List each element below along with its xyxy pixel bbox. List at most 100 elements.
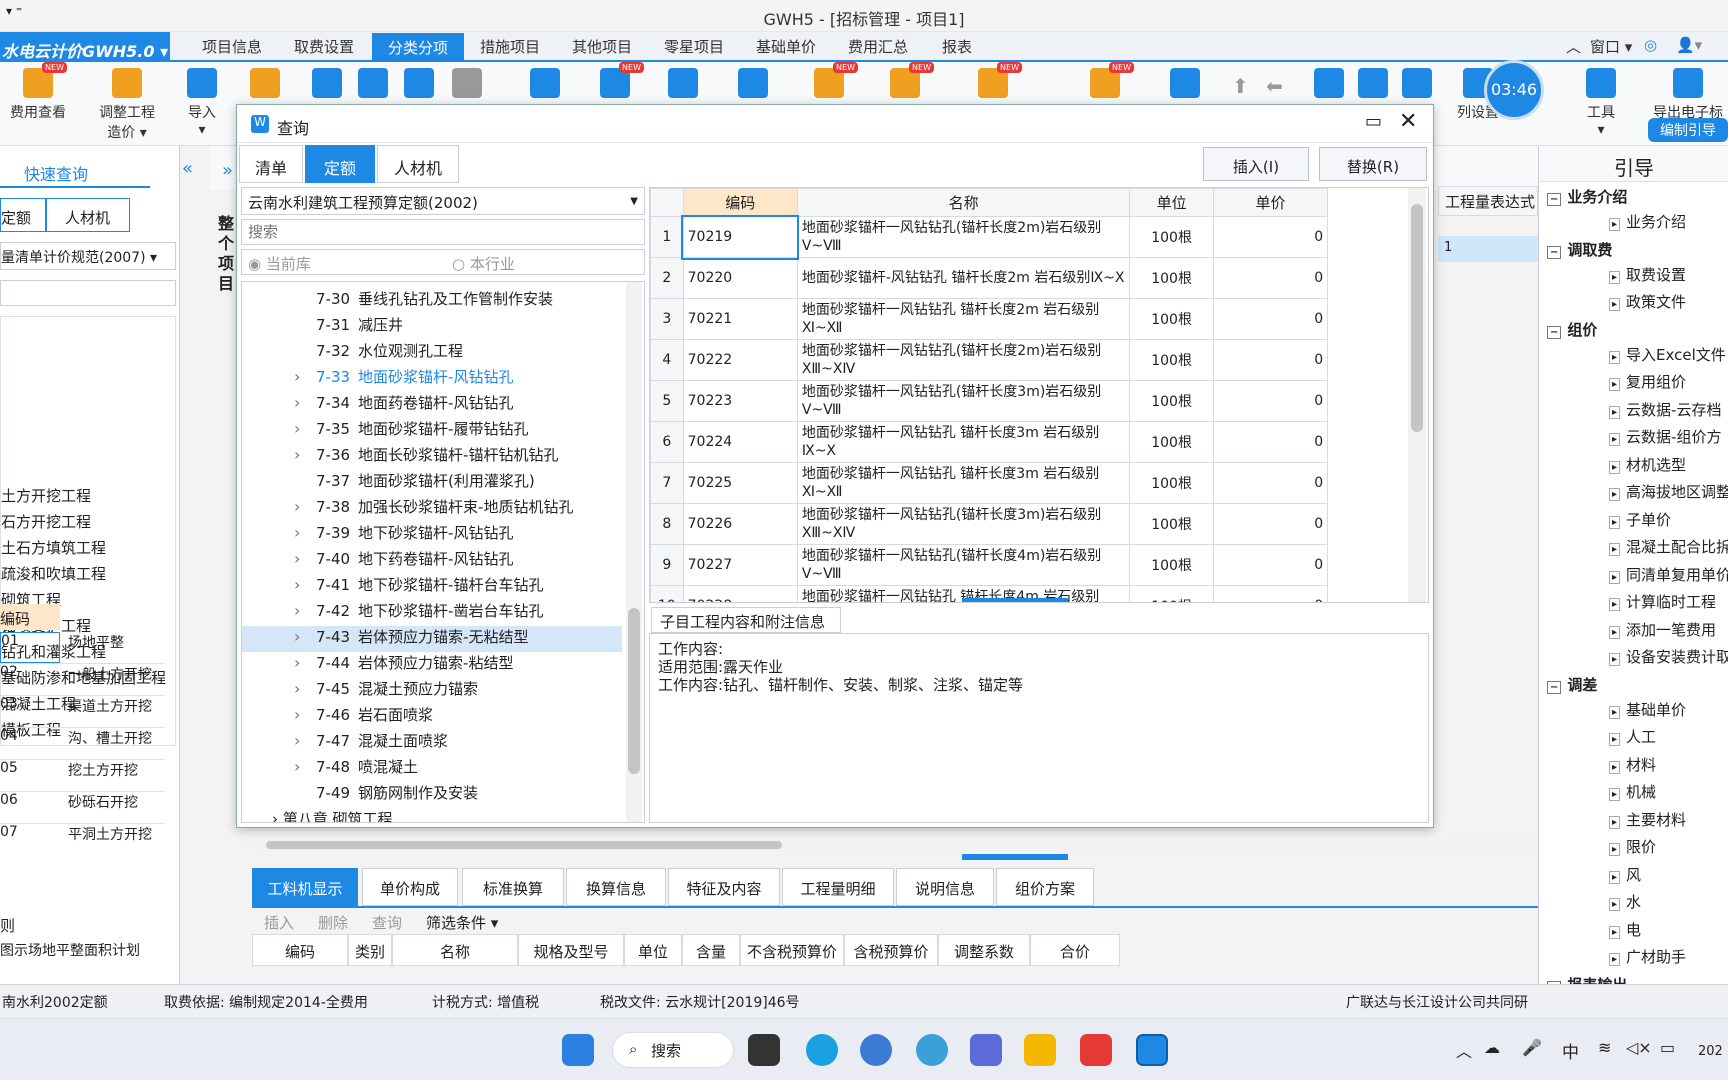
- guide-item[interactable]: ▸ 政策文件: [1609, 291, 1686, 312]
- guide-section[interactable]: − 组价: [1547, 319, 1597, 340]
- left-arrow-icon[interactable]: ⬅: [1266, 74, 1283, 98]
- name-cell[interactable]: 砂砾石开挖: [60, 792, 138, 823]
- guide-item[interactable]: ▸ 子单价: [1609, 509, 1671, 530]
- expand-arrow-icon[interactable]: ›: [294, 393, 314, 412]
- bottom-tab-notes[interactable]: 说明信息: [896, 868, 994, 906]
- app-icon[interactable]: [916, 1034, 948, 1066]
- code-cell[interactable]: 05: [0, 760, 60, 791]
- bottom-col-header[interactable]: 规格及型号: [518, 934, 624, 966]
- name-cell[interactable]: 地面砂浆锚杆一风钻钻孔(锚杆长度3m)岩石级别Ⅴ~Ⅷ: [796, 380, 1131, 422]
- name-cell[interactable]: 一般土方开挖: [60, 664, 152, 695]
- toolbar-icon-4[interactable]: [404, 66, 434, 102]
- delete-icon[interactable]: [452, 66, 482, 102]
- expand-arrow-icon[interactable]: ›: [294, 705, 314, 724]
- bottom-col-header[interactable]: 名称: [392, 934, 518, 966]
- main-hscroll[interactable]: [252, 838, 1538, 852]
- code-cell[interactable]: 01: [0, 632, 60, 663]
- unit-cell[interactable]: 100根: [1129, 503, 1214, 545]
- code-cell[interactable]: 70223: [682, 380, 798, 422]
- grid-scrollbar[interactable]: [1408, 188, 1426, 602]
- unit-header[interactable]: 单位: [1129, 188, 1214, 217]
- bottom-tab-materials[interactable]: 工料机显示: [252, 868, 358, 906]
- guide-item[interactable]: ▸ 限价: [1609, 836, 1656, 857]
- quota-row[interactable]: 6 70224 地面砂浆锚杆一风钻钻孔 锚杆长度3m 岩石级别Ⅸ~Ⅹ 100根 0: [650, 421, 1422, 463]
- guide-item[interactable]: ▸ 水: [1609, 891, 1641, 912]
- quota-tree-item[interactable]: 7-32 水位观测孔工程: [242, 340, 622, 366]
- guide-item[interactable]: ▸ 导入Excel文件: [1609, 344, 1726, 365]
- guide-item[interactable]: ▸ 机械: [1609, 781, 1656, 802]
- guide-item[interactable]: ▸ 基础单价: [1609, 699, 1686, 720]
- code-cell[interactable]: 04: [0, 728, 60, 759]
- unit-cell[interactable]: 100根: [1129, 298, 1214, 340]
- search-input[interactable]: [241, 219, 645, 245]
- norm-select[interactable]: 量清单计价规范(2007) ▾: [0, 242, 176, 270]
- quota-row[interactable]: 7 70225 地面砂浆锚杆一风钻钻孔 锚杆长度3m 岩石级别Ⅺ~Ⅻ 100根 0: [650, 462, 1422, 504]
- export-e-button[interactable]: 导出电子标: [1648, 66, 1728, 122]
- name-cell[interactable]: 地面砂浆锚杆一风钻钻孔(锚杆长度2m)岩石级别Ⅴ~Ⅷ: [796, 216, 1131, 258]
- lock-icon[interactable]: [668, 66, 698, 102]
- name-cell[interactable]: 场地平整: [60, 632, 124, 663]
- row-number[interactable]: 8: [650, 503, 684, 545]
- task-view-icon[interactable]: [748, 1034, 780, 1066]
- tray-arrow-icon[interactable]: ︿: [1456, 1038, 1472, 1062]
- quota-tree-item[interactable]: › 7-40 地下药卷锚杆-风钻钻孔: [242, 548, 622, 574]
- bottom-col-header[interactable]: 合价: [1030, 934, 1120, 966]
- guide-item[interactable]: ▸ 云数据-云存档: [1609, 399, 1721, 420]
- code-cell[interactable]: 07: [0, 824, 60, 846]
- bottom-col-header[interactable]: 单位: [624, 934, 682, 966]
- quota-tree-item[interactable]: › 7-33 地面砂浆锚杆-风钻钻孔: [242, 366, 622, 392]
- guide-item[interactable]: ▸ 人工: [1609, 726, 1656, 747]
- toolbar-icon-2[interactable]: [312, 66, 342, 102]
- expand-arrow-icon[interactable]: ›: [294, 575, 314, 594]
- quota-row[interactable]: 5 70223 地面砂浆锚杆一风钻钻孔(锚杆长度3m)岩石级别Ⅴ~Ⅷ 100根 0: [650, 380, 1422, 422]
- code-cell[interactable]: 70219: [681, 214, 800, 260]
- expand-arrow-icon[interactable]: ›: [294, 445, 314, 464]
- name-cell[interactable]: 地面砂浆锚杆一风钻钻孔 锚杆长度2m 岩石级别Ⅺ~Ⅻ: [796, 298, 1131, 340]
- expand-arrow-icon[interactable]: ›: [294, 731, 314, 750]
- guide-item[interactable]: ▸ 业务介绍: [1609, 211, 1686, 232]
- price-cell[interactable]: 0: [1212, 380, 1329, 422]
- bottom-col-header[interactable]: 编码: [252, 934, 348, 966]
- left-search-input[interactable]: [0, 280, 176, 306]
- code-header[interactable]: 编码: [682, 188, 798, 217]
- name-cell[interactable]: 地面砂浆锚杆-风钻钻孔 锚杆长度2m 岩石级别Ⅸ~Ⅹ: [796, 257, 1131, 299]
- code-cell[interactable]: 70220: [682, 257, 798, 299]
- menu-item-cost-summary[interactable]: 费用汇总: [848, 36, 908, 57]
- unit-cell[interactable]: 100根: [1129, 339, 1214, 381]
- name-cell[interactable]: 地面砂浆锚杆一风钻钻孔 锚杆长度3m 岩石级别Ⅸ~Ⅹ: [796, 421, 1131, 463]
- expand-arrow-icon[interactable]: ›: [294, 497, 314, 516]
- tools-button[interactable]: 工具 ▾: [1584, 66, 1618, 138]
- toolbar-icon-8[interactable]: NEW: [814, 62, 858, 102]
- bottom-tab-features[interactable]: 特征及内容: [668, 868, 780, 906]
- unit-cell[interactable]: 100根: [1129, 216, 1214, 258]
- quota-tree-item[interactable]: › 7-36 地面长砂浆锚杆-锚杆钻机钻孔: [242, 444, 622, 470]
- quota-tree-item[interactable]: › 7-48 喷混凝土: [242, 756, 622, 782]
- guide-item[interactable]: ▸ 添加一笔费用: [1609, 619, 1716, 640]
- app-brand[interactable]: 水电云计价GWH5.0 ▾: [0, 32, 170, 62]
- qty-expr-cell[interactable]: 1: [1438, 236, 1538, 262]
- name-cell[interactable]: 地面砂浆锚杆一风钻钻孔 锚杆长度3m 岩石级别Ⅺ~Ⅻ: [796, 462, 1131, 504]
- bottom-col-header[interactable]: 调整系数: [938, 934, 1030, 966]
- quota-row[interactable]: 3 70221 地面砂浆锚杆一风钻钻孔 锚杆长度2m 岩石级别Ⅺ~Ⅻ 100根 0: [650, 298, 1422, 340]
- quota-tree-item[interactable]: › 7-42 地下砂浆锚杆-凿岩台车钻孔: [242, 600, 622, 626]
- code-cell[interactable]: 03: [0, 696, 60, 727]
- radio-industry[interactable]: ○ 本行业: [452, 253, 515, 274]
- menu-item-other[interactable]: 其他项目: [572, 36, 632, 57]
- toolbar-icon-6[interactable]: NEW: [600, 62, 644, 102]
- menu-item-reports[interactable]: 报表: [942, 36, 972, 57]
- expand-arrow-icon[interactable]: ›: [294, 653, 314, 672]
- grid-icon[interactable]: [1170, 66, 1200, 102]
- name-header[interactable]: 名称: [796, 188, 1131, 217]
- row-number[interactable]: 6: [650, 421, 684, 463]
- guide-item[interactable]: ▸ 高海拔地区调整: [1609, 481, 1728, 502]
- menu-item-project-info[interactable]: 项目信息: [202, 36, 262, 57]
- expand-icon[interactable]: »: [222, 160, 233, 181]
- row-number[interactable]: 10: [650, 585, 684, 602]
- mic-icon[interactable]: 🎤: [1522, 1038, 1542, 1057]
- guide-item[interactable]: ▸ 电: [1609, 919, 1641, 940]
- wifi-icon[interactable]: ≋: [1598, 1038, 1611, 1057]
- guide-item[interactable]: ▸ 主要材料: [1609, 809, 1686, 830]
- code-cell[interactable]: 70224: [682, 421, 798, 463]
- price-header[interactable]: 单价: [1212, 188, 1329, 217]
- price-cell[interactable]: 0: [1212, 339, 1329, 381]
